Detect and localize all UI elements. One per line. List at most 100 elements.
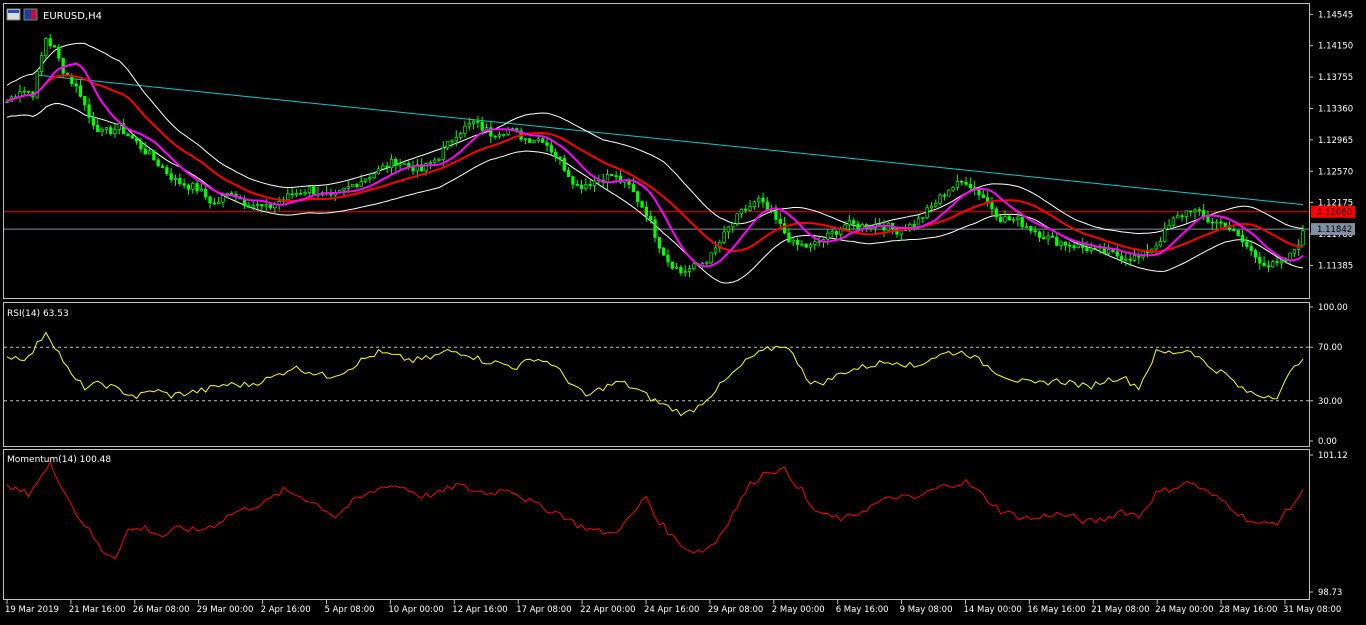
candle-body <box>100 128 104 133</box>
candle-body <box>566 170 571 177</box>
candle-body <box>312 186 316 195</box>
time-tick-label: 29 Apr 08:00 <box>708 605 763 615</box>
candle-body <box>268 204 273 209</box>
candle-body <box>1050 235 1055 238</box>
candle-body <box>96 125 100 133</box>
candle-body <box>342 187 346 191</box>
time-tick-label: 5 Apr 08:00 <box>325 605 375 615</box>
candle-body <box>1271 261 1275 268</box>
candle-body <box>303 192 307 194</box>
time-tick-label: 24 May 00:00 <box>1155 605 1213 615</box>
candle-body <box>1055 236 1059 246</box>
candle-body <box>545 142 549 146</box>
candle-body <box>782 223 787 234</box>
candle-body <box>476 121 480 123</box>
axis-tick-label: 30.00 <box>1318 397 1342 407</box>
candle-body <box>463 125 467 134</box>
axis-tick-label: 101.12 <box>1318 451 1348 461</box>
candle-body <box>1059 241 1063 246</box>
candle-body <box>1154 245 1158 250</box>
candle-body <box>87 104 91 118</box>
candle-body <box>852 220 856 225</box>
candle-body <box>921 217 925 219</box>
candle-body <box>1258 256 1262 264</box>
candle-body <box>1167 225 1171 230</box>
candle-body <box>731 223 735 228</box>
candle-body <box>1240 235 1245 243</box>
candle-body <box>441 147 445 160</box>
candle-body <box>679 266 683 274</box>
candle-body <box>173 178 178 180</box>
candle-body <box>26 90 31 93</box>
candle-body <box>800 243 804 246</box>
candle-body <box>757 197 761 203</box>
candle-body <box>705 262 709 265</box>
candle-body <box>91 116 96 126</box>
time-tick-label: 10 Apr 00:00 <box>388 605 443 615</box>
candle-body <box>74 83 78 87</box>
chart-window[interactable]: 1.14545 1.14150 1.13755 1.13360 1.12965 1.125… <box>0 0 1366 621</box>
candle-body <box>307 186 312 193</box>
axis-tick-label: 1.12965 <box>1318 136 1353 146</box>
candle-body <box>1163 228 1167 242</box>
candle-body <box>528 138 532 143</box>
candle-body <box>1063 241 1068 246</box>
candle-body <box>1033 230 1037 233</box>
candle-body <box>795 239 800 245</box>
candle-body <box>813 241 817 245</box>
candle-body <box>247 205 251 208</box>
time-tick-label: 12 Apr 16:00 <box>452 605 507 615</box>
candle-body <box>368 177 372 180</box>
candle-body <box>674 266 679 269</box>
candle-body <box>433 159 437 163</box>
chart-canvas[interactable]: 1.14545 1.14150 1.13755 1.13360 1.12965 1.125… <box>0 0 1366 621</box>
candle-body <box>571 176 575 185</box>
candle-body <box>458 133 463 138</box>
candle-body <box>657 237 661 249</box>
candle-body <box>126 133 130 137</box>
candle-body <box>139 140 143 150</box>
candle-body <box>847 220 852 226</box>
candle-body <box>1275 261 1279 263</box>
flag-icon-stripe <box>31 10 36 19</box>
candle-body <box>826 232 830 240</box>
candle-body <box>1301 230 1305 246</box>
candle-body <box>536 138 541 141</box>
candle-body <box>1245 241 1249 247</box>
time-tick-label: 21 May 08:00 <box>1091 605 1149 615</box>
chart-window-icon-bar <box>8 10 19 13</box>
candle-body <box>1176 215 1180 219</box>
candle-body <box>726 226 731 233</box>
candle-body <box>1206 216 1210 223</box>
candle-body <box>22 90 26 93</box>
candle-body <box>644 206 649 217</box>
candle-body <box>355 183 359 187</box>
candle-body <box>454 136 458 142</box>
candle-body <box>1128 258 1132 261</box>
candle-body <box>631 184 636 193</box>
time-tick-label: 28 May 16:00 <box>1219 605 1277 615</box>
price-label-box: 1.12060 <box>1311 205 1355 218</box>
candle-body <box>687 268 692 272</box>
candle-body <box>830 231 834 234</box>
candle-body <box>934 203 938 207</box>
time-tick-label: 9 May 08:00 <box>900 605 953 615</box>
candle-body <box>1085 247 1089 252</box>
candle-body <box>1081 243 1085 248</box>
candle-body <box>1158 241 1163 247</box>
candle-body <box>260 204 264 207</box>
time-tick-label: 16 May 16:00 <box>1027 605 1085 615</box>
candle-body <box>1020 216 1024 227</box>
candle-body <box>212 202 217 205</box>
candle-body <box>856 223 860 230</box>
candle-body <box>744 208 748 211</box>
candle-body <box>480 121 484 131</box>
momentum-title: Momentum(14) 100.48 <box>7 455 111 465</box>
candle-body <box>83 96 87 106</box>
candle-body <box>843 224 847 229</box>
candle-body <box>229 192 234 195</box>
axis-tick-label: 1.12570 <box>1318 167 1353 177</box>
candle-body <box>541 138 545 143</box>
candle-body <box>286 193 290 200</box>
axis-tick-label: 98.73 <box>1318 588 1342 598</box>
